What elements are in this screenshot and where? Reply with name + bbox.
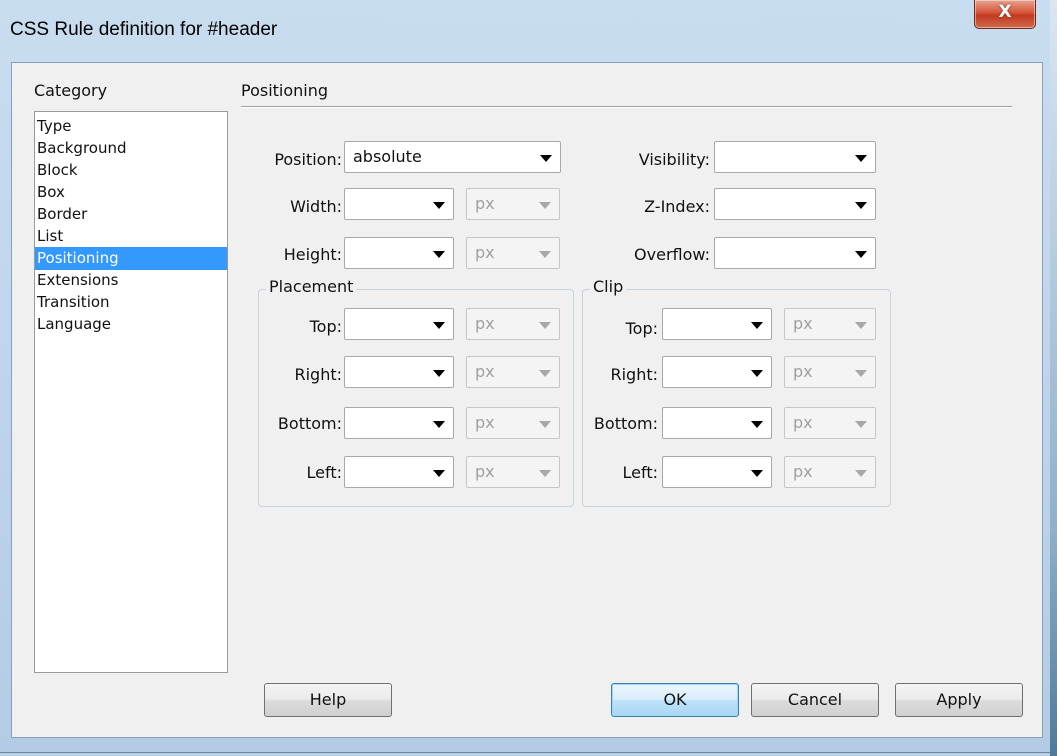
chevron-down-icon	[433, 370, 445, 377]
chevron-down-icon	[539, 421, 551, 428]
chevron-down-icon	[751, 470, 763, 477]
chevron-down-icon	[855, 421, 867, 428]
height-unit: px	[475, 243, 495, 262]
cancel-button[interactable]: Cancel	[751, 683, 879, 717]
close-icon: X	[998, 2, 1012, 22]
desktop-background-edge	[1050, 0, 1057, 756]
position-value: absolute	[353, 147, 422, 166]
chevron-down-icon	[539, 202, 551, 209]
category-item-positioning[interactable]: Positioning	[35, 247, 227, 270]
chevron-down-icon	[855, 322, 867, 329]
chevron-down-icon	[855, 202, 867, 209]
clip-top-label: Top:	[625, 319, 658, 338]
clip-right-unit: px	[793, 362, 813, 381]
clip-bottom-select[interactable]	[662, 407, 772, 439]
clip-bottom-unit-select: px	[784, 407, 876, 439]
chevron-down-icon	[540, 155, 552, 162]
dialog-client-area: Category Type Background Block Box Borde…	[11, 62, 1043, 738]
category-item-language[interactable]: Language	[35, 313, 227, 336]
section-divider	[241, 106, 1012, 108]
zindex-select[interactable]	[714, 188, 876, 220]
category-list[interactable]: Type Background Block Box Border List Po…	[34, 111, 228, 673]
chevron-down-icon	[539, 322, 551, 329]
ok-button[interactable]: OK	[611, 683, 739, 717]
overflow-select[interactable]	[714, 237, 876, 269]
chevron-down-icon	[751, 322, 763, 329]
placement-left-label: Left:	[306, 463, 343, 482]
clip-top-unit: px	[793, 314, 813, 333]
chevron-down-icon	[751, 370, 763, 377]
placement-bottom-select[interactable]	[344, 407, 454, 439]
clip-right-unit-select: px	[784, 356, 876, 388]
chevron-down-icon	[433, 322, 445, 329]
clip-left-label: Left:	[622, 463, 659, 482]
placement-top-unit: px	[475, 314, 495, 333]
width-select[interactable]	[344, 188, 454, 220]
placement-right-unit: px	[475, 362, 495, 381]
width-unit: px	[475, 194, 495, 213]
visibility-label: Visibility:	[638, 150, 710, 169]
width-label: Width:	[290, 197, 342, 216]
height-select[interactable]	[344, 237, 454, 269]
position-select[interactable]: absolute	[344, 141, 561, 173]
section-title: Positioning	[241, 81, 329, 100]
chevron-down-icon	[433, 421, 445, 428]
placement-left-select[interactable]	[344, 456, 454, 488]
dialog-window: CSS Rule definition for #header X Catego…	[0, 0, 1051, 753]
clip-top-select[interactable]	[662, 308, 772, 340]
chevron-down-icon	[539, 370, 551, 377]
chevron-down-icon	[855, 470, 867, 477]
clip-left-unit-select: px	[784, 456, 876, 488]
chevron-down-icon	[855, 251, 867, 258]
clip-top-unit-select: px	[784, 308, 876, 340]
chevron-down-icon	[751, 421, 763, 428]
category-item-list[interactable]: List	[35, 225, 227, 248]
help-button[interactable]: Help	[264, 683, 392, 717]
category-label: Category	[34, 81, 108, 100]
close-button[interactable]: X	[974, 0, 1036, 29]
placement-legend: Placement	[266, 277, 357, 296]
apply-button[interactable]: Apply	[895, 683, 1023, 717]
chevron-down-icon	[539, 470, 551, 477]
placement-top-select[interactable]	[344, 308, 454, 340]
chevron-down-icon	[433, 470, 445, 477]
placement-right-label: Right:	[294, 365, 342, 384]
placement-right-unit-select: px	[466, 356, 560, 388]
placement-left-unit: px	[475, 462, 495, 481]
chevron-down-icon	[855, 155, 867, 162]
window-title: CSS Rule definition for #header	[10, 19, 278, 40]
width-unit-select: px	[466, 188, 560, 220]
chevron-down-icon	[539, 251, 551, 258]
height-label: Height:	[283, 245, 342, 264]
placement-bottom-unit: px	[475, 413, 495, 432]
clip-bottom-label: Bottom:	[593, 414, 658, 433]
clip-left-unit: px	[793, 462, 813, 481]
position-label: Position:	[274, 150, 342, 169]
category-item-transition[interactable]: Transition	[35, 291, 227, 314]
placement-left-unit-select: px	[466, 456, 560, 488]
clip-right-label: Right:	[610, 365, 658, 384]
height-unit-select: px	[466, 237, 560, 269]
clip-bottom-unit: px	[793, 413, 813, 432]
placement-top-unit-select: px	[466, 308, 560, 340]
placement-bottom-unit-select: px	[466, 407, 560, 439]
category-item-box[interactable]: Box	[35, 181, 227, 204]
clip-legend: Clip	[590, 277, 627, 296]
category-item-border[interactable]: Border	[35, 203, 227, 226]
clip-right-select[interactable]	[662, 356, 772, 388]
overflow-label: Overflow:	[634, 245, 710, 264]
placement-bottom-label: Bottom:	[277, 414, 342, 433]
category-item-block[interactable]: Block	[35, 159, 227, 182]
chevron-down-icon	[433, 251, 445, 258]
chevron-down-icon	[433, 202, 445, 209]
category-item-background[interactable]: Background	[35, 137, 227, 160]
visibility-select[interactable]	[714, 141, 876, 173]
category-item-extensions[interactable]: Extensions	[35, 269, 227, 292]
placement-top-label: Top:	[309, 317, 342, 336]
clip-left-select[interactable]	[662, 456, 772, 488]
chevron-down-icon	[855, 370, 867, 377]
category-item-type[interactable]: Type	[35, 115, 227, 138]
placement-right-select[interactable]	[344, 356, 454, 388]
zindex-label: Z-Index:	[644, 197, 710, 216]
